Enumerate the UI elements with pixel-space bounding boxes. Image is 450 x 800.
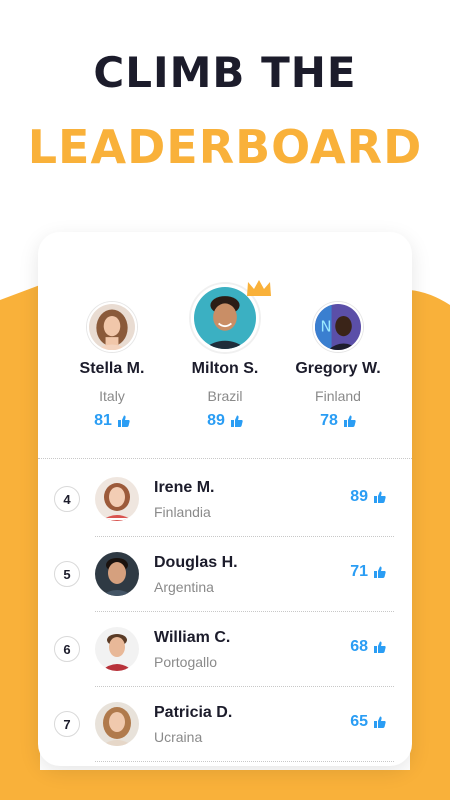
thumbs-up-icon [343, 415, 356, 427]
thumbs-up-icon [374, 566, 386, 578]
score-value: 71 [350, 563, 368, 580]
player-name: Irene M. [154, 479, 215, 496]
thumbs-up-icon [374, 716, 386, 728]
avatar [95, 552, 139, 596]
podium-entry-first[interactable]: Milton S. Brazil 89 [163, 280, 287, 430]
podium-name: Stella M. [79, 360, 145, 377]
player-country: Argentina [154, 579, 214, 595]
list-item[interactable]: 6 William C. Portogallo 68 [38, 612, 412, 687]
podium-country: Italy [99, 388, 125, 404]
rank-badge: 7 [54, 711, 80, 737]
podium-country: Brazil [207, 388, 243, 404]
player-name: Douglas H. [154, 554, 238, 571]
list-item[interactable]: 7 Patricia D. Ucraina 65 [38, 687, 412, 762]
row-divider [95, 761, 394, 762]
list-item[interactable]: 4 Irene M. Finlandia 89 [38, 462, 412, 537]
player-name: Patricia D. [154, 704, 233, 721]
score-value: 65 [350, 713, 368, 730]
list-item[interactable]: 5 Douglas H. Argentina 71 [38, 537, 412, 612]
podium-score: 81 [50, 412, 174, 430]
player-score: 68 [350, 638, 386, 656]
player-country: Portogallo [154, 654, 218, 670]
podium-name: Milton S. [191, 360, 259, 377]
score-value: 68 [350, 638, 368, 655]
svg-text:N: N [321, 319, 332, 336]
rank-badge: 5 [54, 561, 80, 587]
podium-entry-third[interactable]: N Gregory W. Finland 78 [276, 302, 400, 430]
player-country: Finlandia [154, 504, 211, 520]
headline-leaderboard: LEADERBOARD [27, 120, 423, 174]
podium-score: 89 [163, 412, 287, 430]
podium-country: Finland [315, 388, 361, 404]
player-score: 89 [350, 488, 386, 506]
podium-name: Gregory W. [295, 360, 381, 377]
score-value: 81 [94, 412, 112, 429]
podium-divider [38, 458, 412, 459]
player-name: William C. [154, 629, 231, 646]
crown-icon [245, 278, 273, 300]
player-score: 65 [350, 713, 386, 731]
score-value: 89 [350, 488, 368, 505]
podium-entry-second[interactable]: Stella M. Italy 81 [50, 302, 174, 430]
podium-score: 78 [276, 412, 400, 430]
rank-badge: 6 [54, 636, 80, 662]
thumbs-up-icon [230, 415, 243, 427]
thumbs-up-icon [117, 415, 130, 427]
avatar [95, 477, 139, 521]
score-value: 89 [207, 412, 225, 429]
leaderboard-list: 4 Irene M. Finlandia 89 5 Douglas H. Arg… [38, 462, 412, 762]
avatar: N [313, 302, 363, 352]
thumbs-up-icon [374, 491, 386, 503]
avatar [95, 702, 139, 746]
avatar [95, 627, 139, 671]
podium: Stella M. Italy 81 Milton S. Brazil 89 N… [38, 232, 412, 458]
rank-badge: 4 [54, 486, 80, 512]
leaderboard-card: Stella M. Italy 81 Milton S. Brazil 89 N… [38, 232, 412, 766]
avatar [87, 302, 137, 352]
player-score: 71 [350, 563, 386, 581]
player-country: Ucraina [154, 729, 203, 745]
score-value: 78 [320, 412, 338, 429]
thumbs-up-icon [374, 641, 386, 653]
headline-climb-the: CLIMB THE [93, 48, 357, 97]
